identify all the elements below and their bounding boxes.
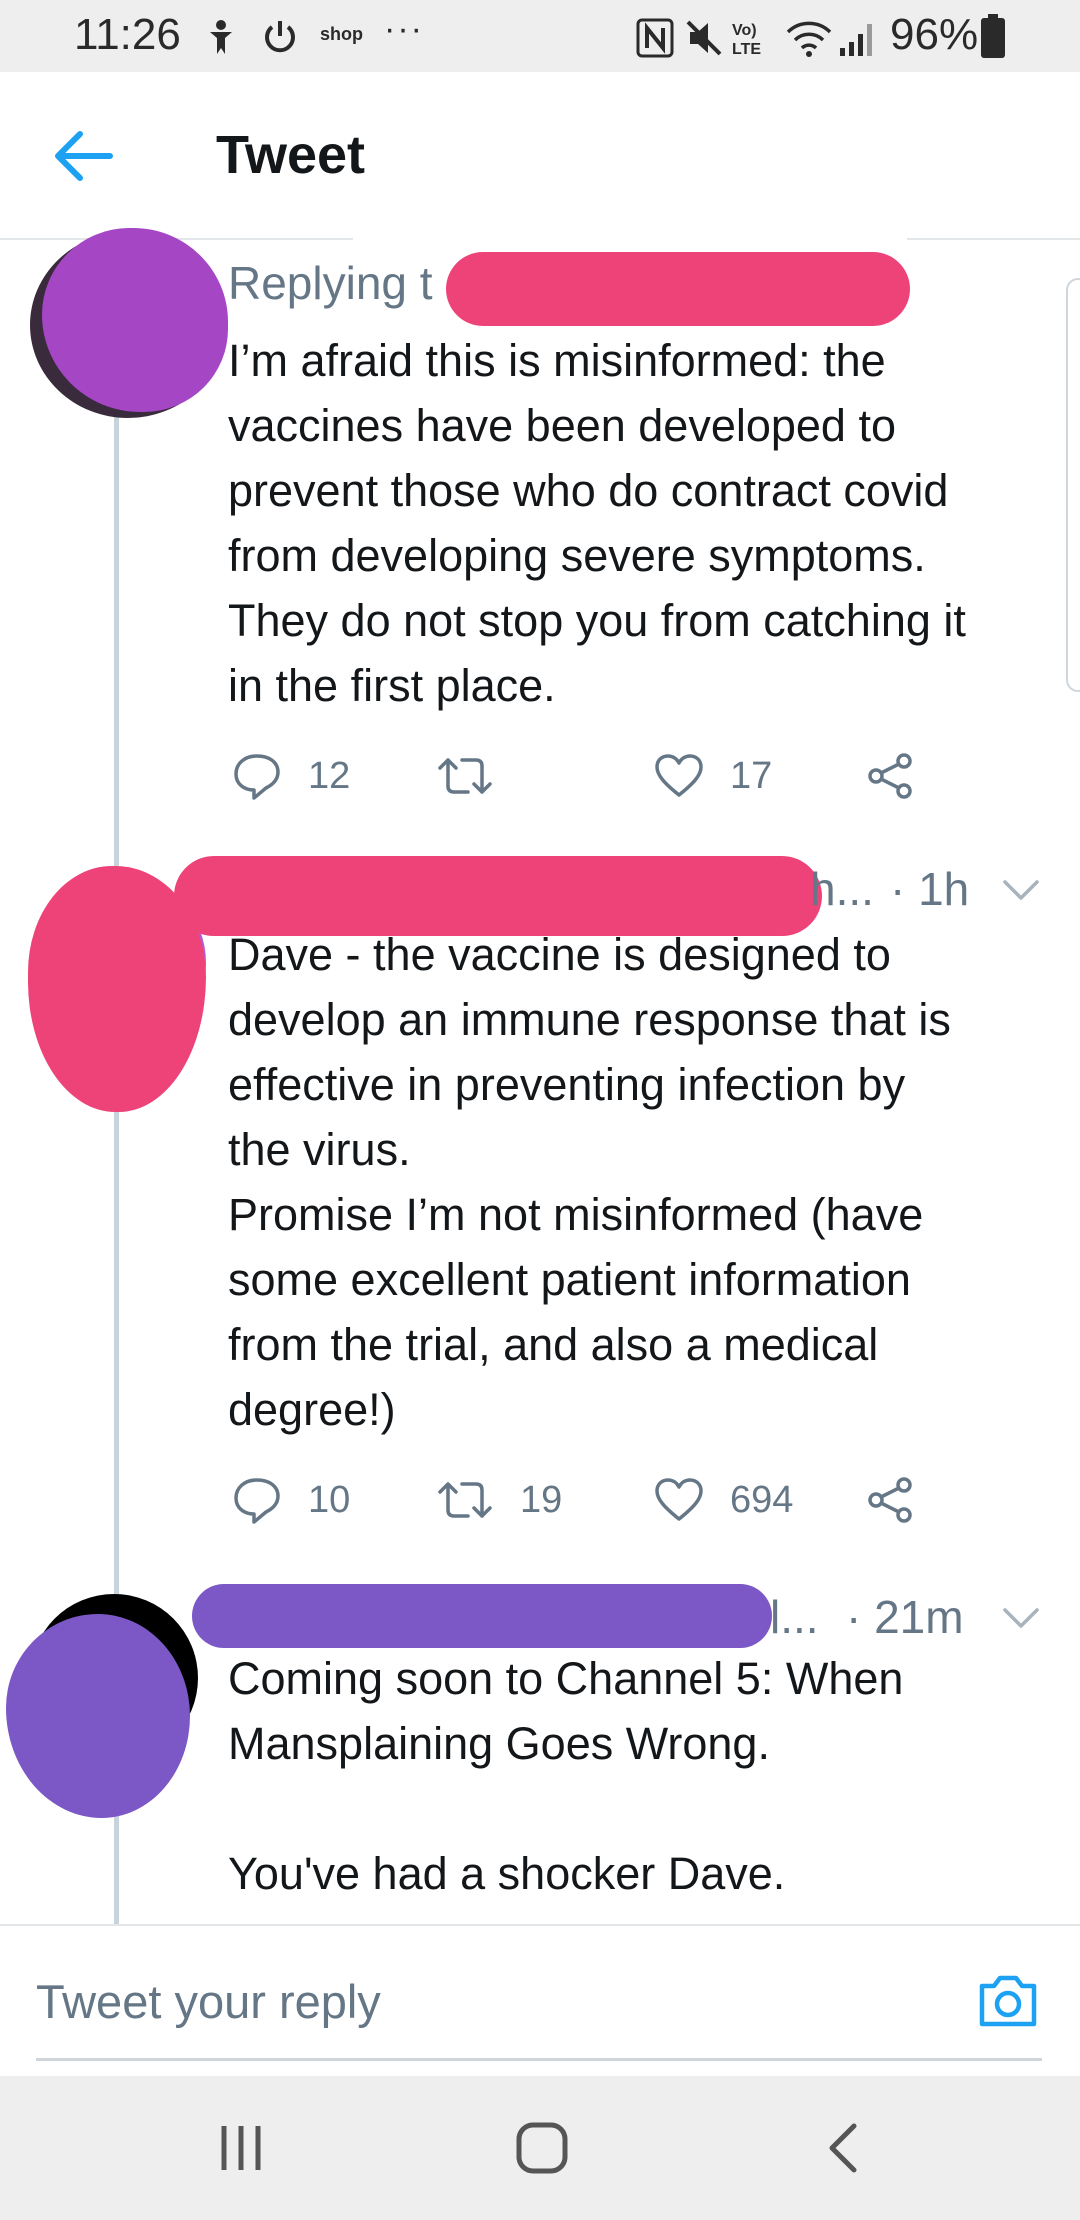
camera-icon[interactable] — [976, 1970, 1040, 2030]
share-button[interactable] — [866, 1470, 916, 1530]
tweet-header: Tweet — [0, 72, 1080, 240]
wifi-icon — [786, 21, 832, 57]
username-tail: h... — [810, 863, 874, 915]
page-title: Tweet — [216, 125, 366, 185]
heart-icon — [655, 754, 703, 797]
tweet-text: Dave - the vaccine is designed to develo… — [228, 929, 951, 1435]
battery-icon — [981, 14, 1005, 58]
like-button[interactable]: 694 — [654, 1470, 793, 1530]
recent-apps-icon[interactable] — [216, 2120, 266, 2176]
accessibility-icon — [210, 20, 232, 54]
nfc-icon — [636, 18, 674, 58]
username-tail: l... — [770, 1591, 819, 1643]
battery-percent: 96% — [890, 10, 979, 59]
share-button[interactable] — [866, 746, 916, 806]
tweet-actions: 10 19 694 — [228, 1470, 968, 1530]
power-icon — [265, 21, 295, 53]
mute-icon — [686, 20, 722, 56]
heart-icon — [655, 1478, 703, 1521]
share-icon — [868, 753, 912, 799]
reply-icon — [234, 754, 280, 800]
retweet-icon — [438, 758, 492, 794]
chevron-down-icon[interactable] — [1002, 1606, 1040, 1632]
like-count: 17 — [730, 754, 773, 797]
like-button[interactable]: 17 — [654, 746, 772, 806]
retweet-count: 19 — [520, 1478, 563, 1521]
username-redaction — [446, 252, 910, 326]
chevron-down-icon[interactable] — [1002, 878, 1040, 904]
scroll-indicator[interactable] — [1066, 278, 1080, 692]
reply-composer: Tweet your reply — [0, 1924, 1080, 2076]
status-bar: 11:26 shop ··· Vo) LTE 96% — [0, 0, 1080, 72]
status-overflow: ··· — [384, 10, 424, 48]
status-time: 11:26 — [74, 10, 181, 59]
shop-label: shop — [320, 24, 363, 44]
replying-to-label: Replying t — [228, 257, 433, 309]
system-navigation-bar — [0, 2076, 1080, 2220]
reply-input-underline — [36, 2058, 1042, 2061]
tweet-actions: 12 17 — [228, 746, 968, 806]
reply-button[interactable]: 10 — [232, 1470, 350, 1530]
reply-input[interactable]: Tweet your reply — [36, 1974, 381, 2029]
home-icon[interactable] — [514, 2120, 570, 2176]
tweet-text: I’m afraid this is misinformed: the vacc… — [228, 335, 966, 711]
like-count: 694 — [730, 1478, 794, 1521]
reply-count: 12 — [308, 754, 351, 797]
tweet-timestamp: · 21m — [846, 1591, 964, 1643]
reply-icon — [234, 1478, 280, 1524]
retweet-icon — [438, 1482, 492, 1518]
volte-icon: Vo) LTE — [732, 22, 761, 58]
avatar-redaction-scribble — [6, 1614, 190, 1818]
username-redaction — [192, 1584, 772, 1648]
svg-text:LTE: LTE — [732, 41, 761, 58]
reply-count: 10 — [308, 1478, 351, 1521]
tweet-timestamp: · 1h — [890, 863, 970, 915]
tweet-text: Coming soon to Channel 5: When Mansplain… — [228, 1653, 904, 1899]
retweet-button[interactable]: 19 — [436, 1470, 562, 1530]
retweet-button[interactable] — [436, 746, 520, 806]
back-icon[interactable] — [822, 2120, 866, 2176]
share-icon — [868, 1477, 912, 1523]
arrow-left-icon[interactable] — [52, 126, 116, 186]
signal-icon — [840, 24, 872, 56]
svg-text:Vo): Vo) — [732, 22, 757, 39]
reply-button[interactable]: 12 — [232, 746, 350, 806]
